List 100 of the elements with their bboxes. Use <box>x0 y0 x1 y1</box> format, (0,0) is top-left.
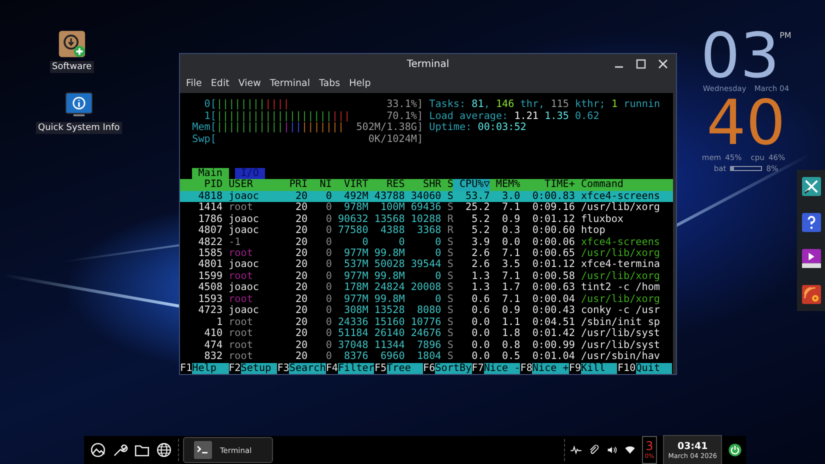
table-cell-text: xfce4-screens <box>580 190 661 202</box>
table-cell-text: 977M <box>343 248 368 260</box>
process-row[interactable]: 4723 joaoc 20 0 308M 13528 8080 S 0.6 0.9 0:00.43 conky -c /usr <box>180 305 673 317</box>
process-row[interactable]: 4807 joaoc 20 0 77580 4388 3368 R 5.2 0.3 0:00.60 htop <box>180 225 673 237</box>
process-row[interactable]: 4508 joaoc 20 0 178M 24824 20008 S 1.3 1.7 0:00.63 tint2 -c /hom <box>180 282 673 294</box>
table-cell-text: S <box>446 340 454 352</box>
table-cell-text: 0:01.04 <box>531 351 575 363</box>
table-cell-text: root <box>228 294 254 305</box>
column-header[interactable]: NI <box>308 179 332 191</box>
table-cell-text: 25.2 <box>464 202 490 214</box>
process-row[interactable]: 1593 root 20 0 977M 99.8M 0 S 0.6 7.1 0:00.04 /usr/lib/xorg <box>180 294 673 306</box>
wrench-icon[interactable] <box>112 442 128 458</box>
column-header[interactable]: MEM% <box>490 179 520 191</box>
table-cell-text: S <box>446 351 454 363</box>
process-row[interactable]: 474 root 20 0 37048 11344 7896 S 0.0 0.8 0:00.99 /usr/lib/syst <box>180 340 673 352</box>
table-cell-text: 20 <box>294 294 308 306</box>
process-row[interactable]: 1 root 20 0 24336 15160 10776 S 0.0 1.1 0:04.51 /sbin/init sp <box>180 316 673 328</box>
paperclip-icon[interactable] <box>588 444 600 456</box>
meter-bar-text: |||||||||||| <box>216 99 290 111</box>
tools-icon[interactable] <box>802 177 820 196</box>
software-install-icon[interactable] <box>58 30 86 58</box>
table-cell-text: /usr/lib/xorg <box>580 270 661 282</box>
table-cell-text: 0.5 <box>500 351 520 363</box>
table-cell-text: 11344 <box>373 340 405 352</box>
table-cell-text: /sbin/init sp <box>580 316 661 328</box>
function-key-button[interactable]: Kill <box>581 362 618 374</box>
column-header[interactable]: RES <box>368 179 405 191</box>
desktop-icon-label[interactable]: Quick System Info <box>36 122 122 134</box>
table-cell-text: 20 <box>294 190 308 202</box>
table-cell-text: 0 <box>324 248 332 260</box>
menu-item[interactable]: View <box>238 78 261 90</box>
table-cell-text: 1.1 <box>500 316 520 328</box>
function-key-button[interactable]: Search <box>289 362 326 374</box>
column-header[interactable]: PRI <box>283 179 308 191</box>
globe-icon[interactable] <box>156 442 172 458</box>
mountain-image-icon[interactable] <box>90 442 106 458</box>
selected-process-row[interactable]: 4818 joaoc 20 0 492M 43788 34060 S 53.7 3.0 0:00.83 xfce4-screens <box>180 190 673 202</box>
media-player-icon[interactable] <box>802 249 820 268</box>
table-cell-text: /usr/lib/syst <box>580 340 661 351</box>
table-cell-text: 1.3 <box>470 270 490 282</box>
close-icon[interactable] <box>658 59 668 69</box>
desktop-icon-label[interactable]: Software <box>50 61 94 73</box>
help-icon[interactable] <box>802 213 820 232</box>
function-key-button[interactable]: Tree <box>386 362 424 374</box>
process-row[interactable]: 4801 joaoc 20 0 537M 50028 39544 S 2.6 3.5 0:01.12 xfce4-termina <box>180 259 673 271</box>
function-key-button[interactable]: SortBy <box>435 362 472 374</box>
menu-item[interactable]: File <box>186 78 202 90</box>
function-key-button[interactable]: Nice - <box>484 362 520 374</box>
column-header[interactable]: USER <box>222 179 284 191</box>
table-cell-text: tint2 -c /hom <box>580 282 661 294</box>
table-cell-text: 0:09.16 <box>531 202 575 214</box>
table-cell-text: S <box>446 270 454 282</box>
column-header[interactable]: TIME+ <box>520 179 575 191</box>
function-key-button[interactable]: Nice + <box>532 362 569 374</box>
table-cell-text: 7896 <box>416 340 442 352</box>
column-header[interactable]: Command <box>574 179 666 191</box>
maximize-icon[interactable] <box>636 59 646 69</box>
process-row[interactable]: 832 root 20 0 8376 6960 1804 S 0.0 0.5 0:01.04 /usr/sbin/hav <box>180 351 673 363</box>
function-key-button[interactable]: Quit <box>636 362 672 374</box>
column-header[interactable]: S <box>441 179 454 191</box>
meter-label: Mem[ <box>191 122 216 134</box>
table-cell-text: 15160 <box>373 316 405 328</box>
table-cell-text: 0 <box>324 294 332 306</box>
screen-tab[interactable]: Main <box>192 168 229 180</box>
table-cell-text: 0:00.65 <box>531 248 575 260</box>
table-cell-text: 100M <box>379 202 405 214</box>
process-row[interactable]: 410 root 20 0 51184 26140 24676 S 0.0 1.8 0:01.42 /usr/lib/syst <box>180 328 673 340</box>
table-cell-text: 4508 <box>197 282 223 294</box>
menu-item[interactable]: Tabs <box>319 78 340 90</box>
column-header[interactable]: VIRT <box>332 179 368 191</box>
table-cell-text: 2.6 <box>470 259 490 271</box>
meter-reading: 33.1%] <box>386 99 424 111</box>
table-cell-text: S <box>446 328 454 340</box>
speaker-icon[interactable] <box>606 444 618 456</box>
menu-item[interactable]: Terminal <box>270 78 310 90</box>
menu-item[interactable]: Help <box>349 78 371 90</box>
column-header[interactable]: CPU%▽ <box>453 179 490 191</box>
activity-pulse-icon[interactable] <box>570 444 582 456</box>
process-row[interactable]: 1414 root 20 0 978M 100M 69436 S 25.2 7.1 0:09.16 /usr/lib/xorg <box>180 202 673 214</box>
wifi-icon[interactable] <box>624 444 636 456</box>
column-header[interactable]: PID <box>180 179 223 191</box>
process-row[interactable]: 4822 -1 20 0 0 0 0 S 3.9 0.0 0:00.06 xfce4-screens <box>180 236 673 248</box>
monitor-info-icon[interactable] <box>64 91 93 119</box>
meter-reading: 502M/1.38G] <box>356 122 424 134</box>
table-cell-text: 0 <box>434 270 442 282</box>
process-row[interactable]: 1786 joaoc 20 0 90632 13568 10288 R 5.2 0.9 0:01.12 fluxbox <box>180 214 673 226</box>
process-row[interactable]: 1585 root 20 0 977M 99.8M 0 S 2.6 7.1 0:00.65 /usr/lib/xorg <box>180 248 673 260</box>
function-key-button[interactable]: Setup <box>240 362 278 374</box>
table-cell-text: 99.8M <box>373 294 405 306</box>
menu-item[interactable]: Edit <box>210 78 230 90</box>
table-cell-text: 20 <box>294 259 308 271</box>
table-cell-text: 0.6 <box>470 305 490 317</box>
column-header[interactable]: SHR <box>404 179 442 191</box>
table-cell-text: 0 <box>324 259 332 271</box>
function-key-button[interactable]: Help <box>192 362 229 374</box>
table-cell-text: 3.0 <box>500 190 520 202</box>
logout-icon[interactable] <box>728 443 742 457</box>
function-key-button[interactable]: Filter <box>338 362 374 374</box>
process-row[interactable]: 1599 root 20 0 977M 99.8M 0 S 1.3 7.1 0:00.58 /usr/lib/xorg <box>180 270 673 282</box>
table-cell-text: 0:00.06 <box>531 236 575 248</box>
